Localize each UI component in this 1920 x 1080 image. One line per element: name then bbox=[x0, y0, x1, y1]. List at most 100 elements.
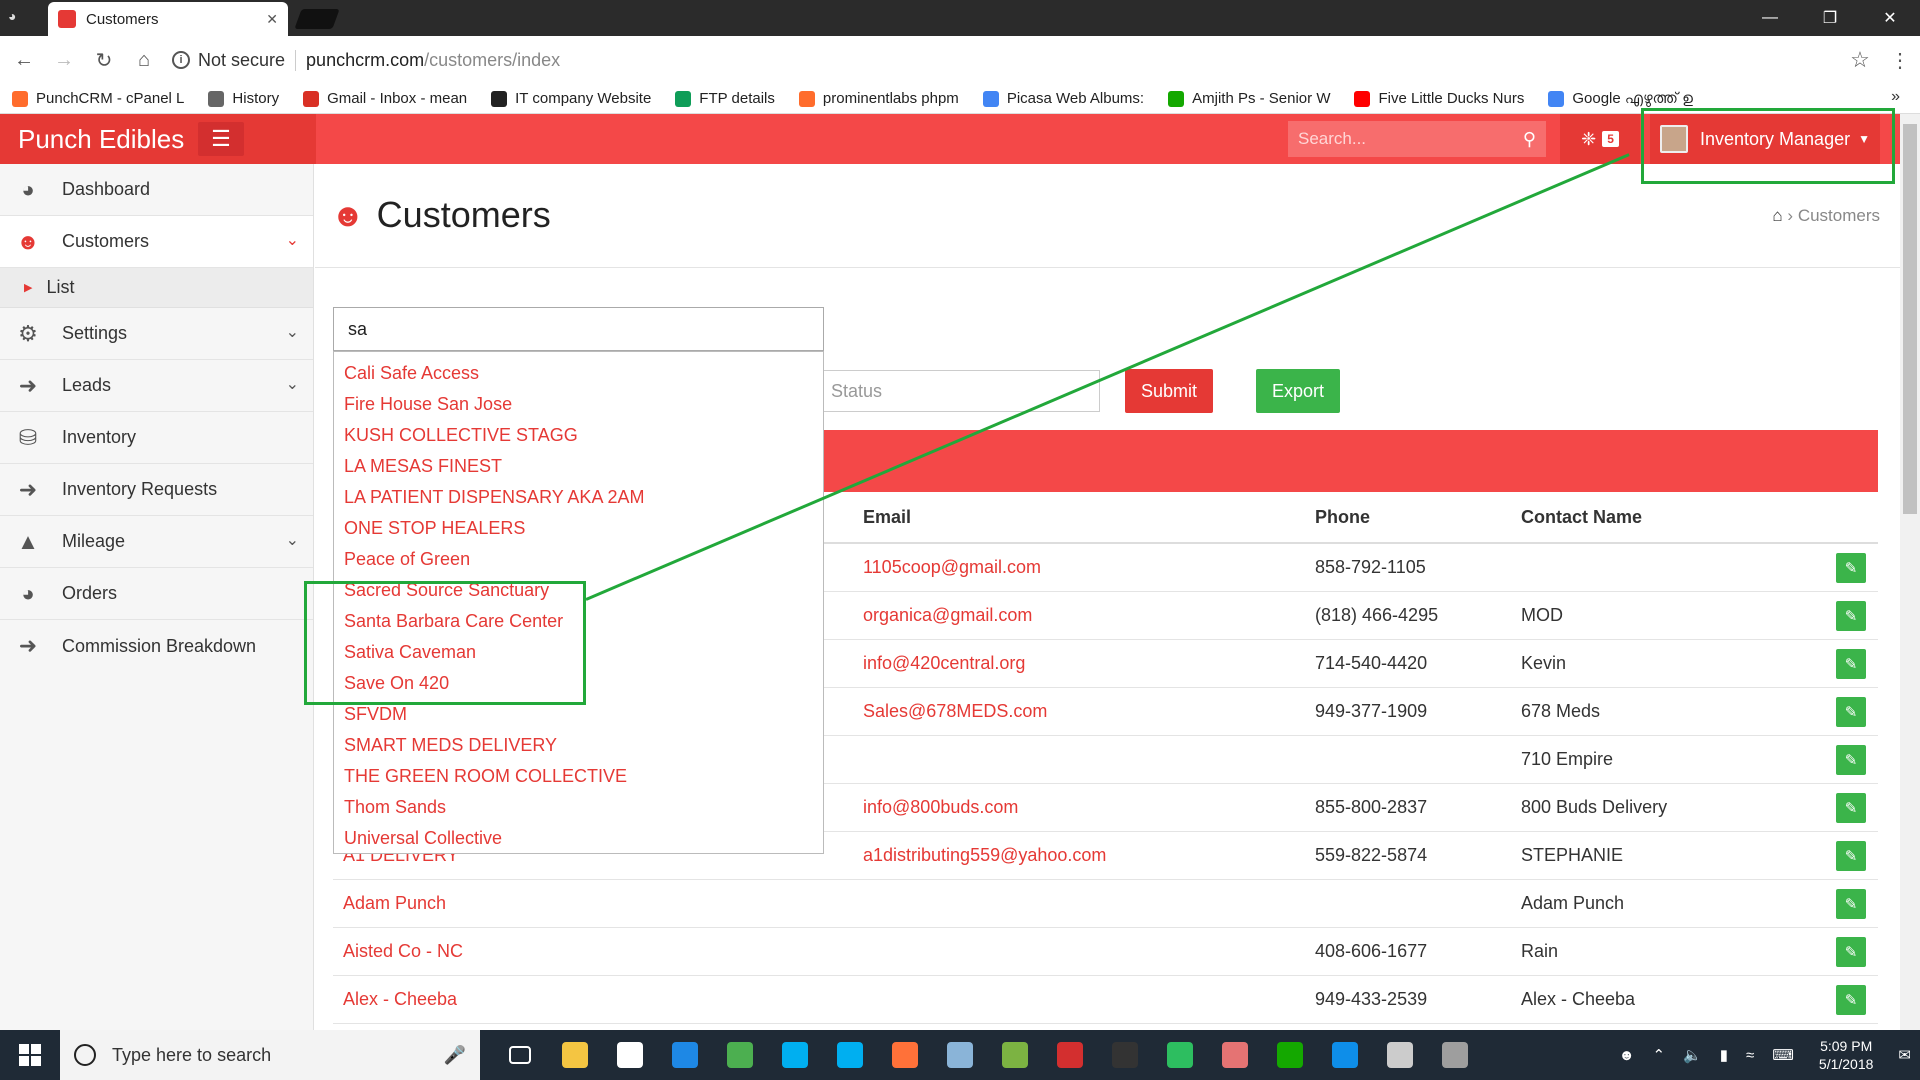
notifications-icon[interactable]: ✉ bbox=[1898, 1046, 1911, 1064]
bookmark-item[interactable]: IT company Website bbox=[491, 90, 651, 107]
home-icon[interactable]: ⌂ bbox=[1772, 206, 1782, 225]
omnibox[interactable]: i Not secure punchcrm.com/customers/inde… bbox=[172, 43, 1840, 77]
file-explorer-icon[interactable] bbox=[547, 1030, 602, 1080]
sidebar-item-commission-breakdown[interactable]: ➜ Commission Breakdown bbox=[0, 620, 313, 672]
paint-3d-icon[interactable] bbox=[1427, 1030, 1482, 1080]
edit-pencil-icon[interactable]: ✎ bbox=[1836, 841, 1866, 871]
autocomplete-option[interactable]: Universal Collective bbox=[334, 823, 823, 853]
home-icon[interactable]: ⌂ bbox=[128, 49, 160, 72]
customer-email-link[interactable]: 1105coop@gmail.com bbox=[863, 557, 1315, 578]
battery-icon[interactable]: ▮ bbox=[1720, 1046, 1728, 1064]
paint-icon[interactable] bbox=[1372, 1030, 1427, 1080]
bookmark-item[interactable]: Amjith Ps - Senior W bbox=[1168, 90, 1330, 107]
hamburger-menu-icon[interactable]: ☰ bbox=[198, 122, 244, 156]
taskbar-search[interactable]: Type here to search 🎤 bbox=[60, 1030, 480, 1080]
autocomplete-option[interactable]: LA PATIENT DISPENSARY AKA 2AM bbox=[334, 482, 823, 513]
submit-button[interactable]: Submit bbox=[1125, 369, 1213, 413]
tab-close-icon[interactable]: ✕ bbox=[266, 11, 278, 28]
customer-name-link[interactable]: Adam Punch bbox=[333, 893, 863, 914]
page-scrollbar[interactable] bbox=[1900, 114, 1920, 1030]
sidebar-item-leads[interactable]: ➜ Leads ⌄ bbox=[0, 360, 313, 412]
sidebar-item-settings[interactable]: ⚙ Settings ⌄ bbox=[0, 308, 313, 360]
forward-arrow-icon[interactable]: → bbox=[48, 49, 80, 72]
wifi-icon[interactable]: ≈ bbox=[1746, 1047, 1754, 1064]
customer-search-input[interactable]: sa bbox=[333, 307, 824, 351]
customer-email-link[interactable]: info@800buds.com bbox=[863, 797, 1315, 818]
autocomplete-option[interactable]: KUSH COLLECTIVE STAGG bbox=[334, 420, 823, 451]
windows-start-button[interactable] bbox=[0, 1030, 60, 1080]
sidebar-item-mileage[interactable]: ▲ Mileage ⌄ bbox=[0, 516, 313, 568]
microphone-icon[interactable]: 🎤 bbox=[444, 1045, 466, 1066]
task-view-icon[interactable] bbox=[492, 1030, 547, 1080]
keyboard-icon[interactable]: ⌨ bbox=[1772, 1046, 1794, 1064]
customer-name-link[interactable]: Aisted Co - NC bbox=[333, 941, 863, 962]
autocomplete-option[interactable]: Fire House San Jose bbox=[334, 389, 823, 420]
customer-email-link[interactable]: organica@gmail.com bbox=[863, 605, 1315, 626]
search-icon[interactable]: ⚲ bbox=[1523, 129, 1536, 150]
customer-email-link[interactable]: info@420central.org bbox=[863, 653, 1315, 674]
edit-pencil-icon[interactable]: ✎ bbox=[1836, 889, 1866, 919]
bookmark-item[interactable]: Five Little Ducks Nurs bbox=[1354, 90, 1524, 107]
edit-pencil-icon[interactable]: ✎ bbox=[1836, 697, 1866, 727]
minimize-icon[interactable]: — bbox=[1740, 0, 1800, 36]
autocomplete-option[interactable]: THE GREEN ROOM COLLECTIVE bbox=[334, 761, 823, 792]
customer-email-link[interactable]: Sales@678MEDS.com bbox=[863, 701, 1315, 722]
firefox-icon[interactable] bbox=[877, 1030, 932, 1080]
upwork-icon[interactable] bbox=[1262, 1030, 1317, 1080]
bookmark-item[interactable]: History bbox=[208, 90, 279, 107]
back-arrow-icon[interactable]: ← bbox=[8, 49, 40, 72]
notepad-icon[interactable] bbox=[932, 1030, 987, 1080]
bookmark-item[interactable]: PunchCRM - cPanel L bbox=[12, 90, 184, 107]
customer-name-link[interactable]: Alex - Cheeba bbox=[333, 989, 863, 1010]
brand-logo[interactable]: Punch Edibles bbox=[0, 114, 316, 164]
edit-pencil-icon[interactable]: ✎ bbox=[1836, 937, 1866, 967]
customer-email-link[interactable]: a1distributing559@yahoo.com bbox=[863, 845, 1315, 866]
sidebar-item-orders[interactable]: ◕ Orders bbox=[0, 568, 313, 620]
teamviewer-icon[interactable] bbox=[1317, 1030, 1372, 1080]
skype-icon[interactable] bbox=[767, 1030, 822, 1080]
bookmark-star-icon[interactable]: ☆ bbox=[1840, 47, 1880, 73]
acrobat-icon[interactable] bbox=[1042, 1030, 1097, 1080]
volume-icon[interactable]: 🔈 bbox=[1683, 1046, 1702, 1064]
bookmark-item[interactable]: FTP details bbox=[675, 90, 775, 107]
autocomplete-option[interactable]: Cali Safe Access bbox=[334, 358, 823, 389]
autocomplete-option[interactable]: Thom Sands bbox=[334, 792, 823, 823]
bookmarks-overflow-icon[interactable]: » bbox=[1891, 88, 1900, 106]
autocomplete-option[interactable]: SMART MEDS DELIVERY bbox=[334, 730, 823, 761]
browser-menu-icon[interactable]: ⋮ bbox=[1880, 48, 1920, 73]
edit-pencil-icon[interactable]: ✎ bbox=[1836, 793, 1866, 823]
store-icon[interactable] bbox=[602, 1030, 657, 1080]
edit-pencil-icon[interactable]: ✎ bbox=[1836, 745, 1866, 775]
header-search-input[interactable] bbox=[1298, 129, 1523, 149]
bookmark-item[interactable]: Gmail - Inbox - mean bbox=[303, 90, 467, 107]
edit-pencil-icon[interactable]: ✎ bbox=[1836, 601, 1866, 631]
evernote-icon[interactable] bbox=[1152, 1030, 1207, 1080]
edge-icon[interactable] bbox=[657, 1030, 712, 1080]
export-button[interactable]: Export bbox=[1256, 369, 1340, 413]
tray-chevron-up-icon[interactable]: ⌃ bbox=[1653, 1046, 1666, 1064]
sidebar-item-inventory[interactable]: ⛁ Inventory bbox=[0, 412, 313, 464]
restore-icon[interactable]: ❐ bbox=[1800, 0, 1860, 36]
info-icon[interactable]: i bbox=[172, 51, 190, 69]
autocomplete-option[interactable]: Peace of Green bbox=[334, 544, 823, 575]
sidebar-item-customers[interactable]: ☻ Customers ⌄ bbox=[0, 216, 313, 268]
bookmark-item[interactable]: prominentlabs phpm bbox=[798, 90, 959, 107]
reload-icon[interactable]: ↻ bbox=[88, 48, 120, 73]
sidebar-item-inventory-requests[interactable]: ➜ Inventory Requests bbox=[0, 464, 313, 516]
taskbar-clock[interactable]: 5:09 PM 5/1/2018 bbox=[1819, 1037, 1874, 1073]
sidebar-item-dashboard[interactable]: ◕ Dashboard bbox=[0, 164, 313, 216]
git-icon[interactable] bbox=[987, 1030, 1042, 1080]
autocomplete-option[interactable]: LA MESAS FINEST bbox=[334, 451, 823, 482]
scrollbar-thumb[interactable] bbox=[1903, 124, 1917, 514]
terminal-icon[interactable] bbox=[1097, 1030, 1152, 1080]
edit-pencil-icon[interactable]: ✎ bbox=[1836, 649, 1866, 679]
bookmark-item[interactable]: Picasa Web Albums: bbox=[982, 90, 1144, 107]
edit-pencil-icon[interactable]: ✎ bbox=[1836, 553, 1866, 583]
new-tab-button[interactable] bbox=[294, 9, 340, 29]
chrome-icon[interactable] bbox=[712, 1030, 767, 1080]
sidebar-subitem-list[interactable]: ▶ List bbox=[0, 268, 313, 308]
people-icon[interactable]: ☻ bbox=[1619, 1047, 1635, 1064]
flash-icon[interactable] bbox=[1207, 1030, 1262, 1080]
edit-pencil-icon[interactable]: ✎ bbox=[1836, 985, 1866, 1015]
bookmark-item[interactable]: Google എഴുത്ത് ഉ bbox=[1548, 90, 1693, 107]
